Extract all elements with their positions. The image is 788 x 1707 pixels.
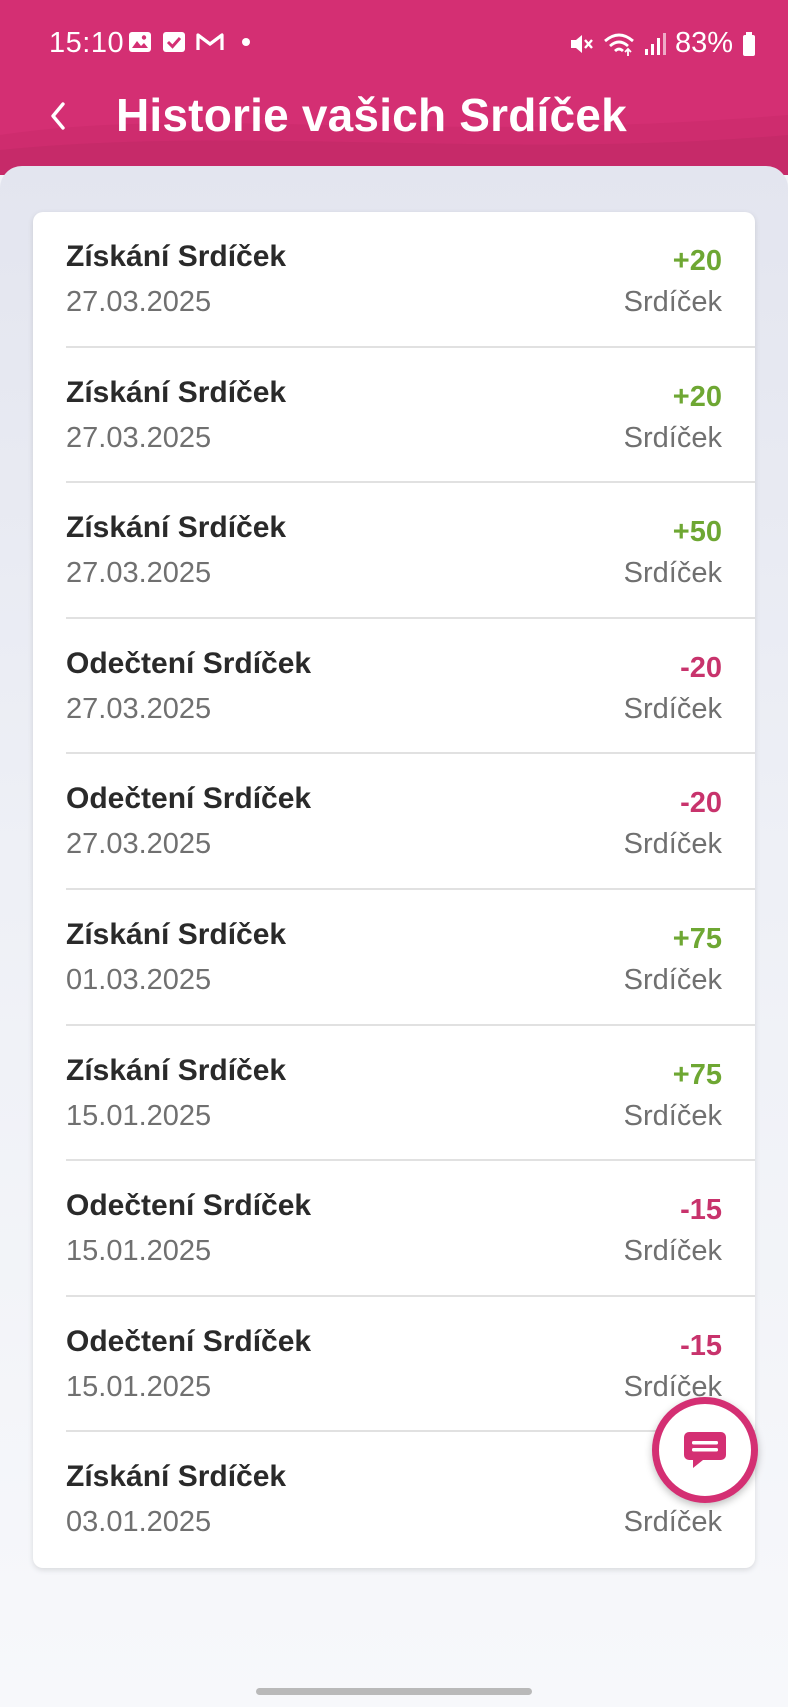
screen: 15:10 83% Historie vašich Srdíček Získán… xyxy=(0,0,788,1707)
history-row-unit: Srdíček xyxy=(623,421,722,454)
history-row-title: Získání Srdíček xyxy=(66,240,287,273)
back-button[interactable] xyxy=(36,94,80,138)
history-row-amount: -15 xyxy=(680,1329,722,1362)
history-row-date: 03.01.2025 xyxy=(66,1506,212,1539)
history-row-date: 27.03.2025 xyxy=(66,286,212,318)
history-row-date: 01.03.2025 xyxy=(66,963,212,996)
history-row-title: Odečtení Srdíček xyxy=(66,1189,312,1223)
history-row-amount: -20 xyxy=(680,651,722,684)
history-row-amount: +75 xyxy=(672,922,722,955)
history-row-title: Získání Srdíček xyxy=(66,511,287,545)
page-title: Historie vašich Srdíček xyxy=(116,89,627,141)
history-row-unit: Srdíček xyxy=(623,1506,722,1539)
history-row-amount: +20 xyxy=(672,245,722,277)
status-bar: 15:10 83% xyxy=(0,0,788,86)
app-header: 15:10 83% Historie vašich Srdíček xyxy=(0,0,788,175)
history-row-date: 27.03.2025 xyxy=(66,557,212,590)
mute-icon xyxy=(570,34,593,53)
history-row-date: 27.03.2025 xyxy=(66,828,212,861)
history-row[interactable]: Získání Srdíček 15.01.2025 +75 Srdíček xyxy=(33,1026,755,1162)
history-row-unit: Srdíček xyxy=(623,692,722,725)
history-row-date: 15.01.2025 xyxy=(66,1235,212,1268)
history-row-title: Získání Srdíček xyxy=(66,1053,287,1087)
wifi-icon xyxy=(604,33,634,56)
history-row-title: Získání Srdíček xyxy=(66,1460,287,1494)
history-row[interactable]: Získání Srdíček 01.03.2025 +75 Srdíček xyxy=(33,890,755,1026)
notification-dot-icon xyxy=(242,38,250,46)
history-row[interactable]: Získání Srdíček 27.03.2025 +20 Srdíček xyxy=(33,212,755,348)
check-box-icon xyxy=(163,32,185,52)
history-row-unit: Srdíček xyxy=(623,963,722,996)
history-row-unit: Srdíček xyxy=(623,1099,722,1132)
history-row[interactable]: Odečtení Srdíček 15.01.2025 -15 Srdíček xyxy=(33,1297,755,1433)
history-row-date: 15.01.2025 xyxy=(66,1099,212,1132)
history-row[interactable]: Odečtení Srdíček 15.01.2025 -15 Srdíček xyxy=(33,1161,755,1297)
history-row-unit: Srdíček xyxy=(623,828,722,861)
history-row-unit: Srdíček xyxy=(623,557,722,590)
history-row[interactable]: Získání Srdíček 27.03.2025 +50 Srdíček xyxy=(33,483,755,619)
history-row-amount: +20 xyxy=(672,380,722,413)
battery-icon xyxy=(743,31,755,56)
chat-button[interactable] xyxy=(652,1397,758,1503)
history-row[interactable]: Odečtení Srdíček 27.03.2025 -20 Srdíček xyxy=(33,619,755,755)
history-row[interactable]: Získání Srdíček 03.01.2025 Srdíček xyxy=(33,1432,755,1568)
history-row-date: 27.03.2025 xyxy=(66,421,212,454)
status-icons-left xyxy=(128,30,250,54)
history-row-title: Odečtení Srdíček xyxy=(66,646,312,680)
history-row[interactable]: Odečtení Srdíček 27.03.2025 -20 Srdíček xyxy=(33,754,755,890)
history-row-date: 27.03.2025 xyxy=(66,692,212,725)
battery-percentage: 83% xyxy=(674,27,733,59)
history-row-amount: +75 xyxy=(672,1058,722,1091)
home-indicator[interactable] xyxy=(256,1688,532,1695)
history-row-title: Odečtení Srdíček xyxy=(66,782,312,816)
history-row-date: 15.01.2025 xyxy=(66,1370,212,1403)
chat-icon xyxy=(684,1432,726,1468)
history-row-amount: -15 xyxy=(680,1194,722,1227)
image-icon xyxy=(129,32,151,52)
history-row-amount: -20 xyxy=(680,787,722,820)
history-row[interactable]: Získání Srdíček 27.03.2025 +20 Srdíček xyxy=(33,348,755,484)
status-time: 15:10 xyxy=(49,27,125,59)
history-row-title: Získání Srdíček xyxy=(66,375,287,409)
history-row-unit: Srdíček xyxy=(623,286,722,318)
status-icons-right: 83% xyxy=(568,27,756,60)
history-row-title: Získání Srdíček xyxy=(66,917,287,951)
history-list: Získání Srdíček 27.03.2025 +20 Srdíček Získá… xyxy=(33,212,755,1568)
history-row-unit: Srdíček xyxy=(623,1235,722,1268)
back-arrow-icon xyxy=(51,102,65,130)
history-row-title: Odečtení Srdíček xyxy=(66,1324,312,1358)
history-row-amount: +50 xyxy=(672,516,722,549)
signal-icon xyxy=(644,32,666,55)
gmail-icon xyxy=(196,33,224,50)
